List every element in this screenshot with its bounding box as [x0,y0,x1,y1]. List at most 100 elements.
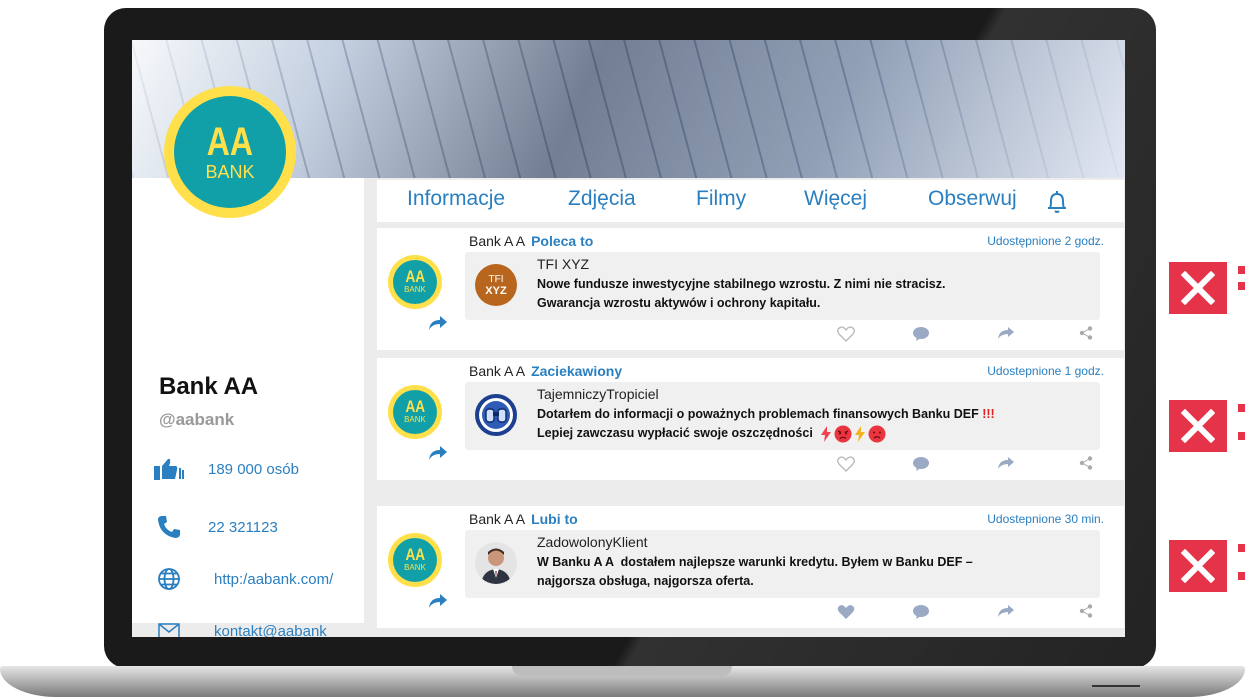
customer-photo-avatar [475,542,517,584]
tab-filmy[interactable]: Filmy [696,187,746,211]
comment-bubble-icon[interactable] [912,604,930,625]
post-author-line: Bank A A Zaciekawiony [469,363,622,379]
thumbs-up-icon [152,456,186,482]
phone-number[interactable]: 22 321123 [208,519,278,536]
phone-row: 22 321123 [152,514,278,540]
post-avatar[interactable]: AA BANK [388,533,442,587]
screen: Bank AA @aabank 189 000 osób 22 321123 h… [132,40,1125,637]
envelope-icon [152,618,186,637]
email-link[interactable]: kontakt@aabank [214,623,327,638]
shared-post-author[interactable]: ZadowolonyKlient [537,534,648,550]
shared-post-line-2: Lepiej zawczasu wypłacić swoje oszczędno… [537,424,1097,443]
post-action: Zaciekawiony [531,363,623,379]
share-nodes-icon[interactable] [1079,456,1093,475]
bell-icon[interactable] [1047,190,1067,219]
profile-handle: @aabank [159,410,235,429]
post-action: Lubi to [531,511,578,527]
phone-icon [152,514,186,540]
profile-name: Bank AA [159,373,259,400]
share-arrow-icon[interactable] [997,326,1015,345]
x-mark-icon [1169,262,1227,314]
share-arrow-icon[interactable] [997,604,1015,623]
avatar-text-bottom: XYZ [485,284,507,297]
x-mark-icon [1169,400,1227,452]
avatar-logo-top: AA [405,267,425,286]
post-author[interactable]: Bank A A [469,511,525,527]
post-author-line: Bank A A Lubi to [469,511,578,527]
tab-obserwuj[interactable]: Obserwuj [928,187,1017,211]
x-mark-icon [1169,540,1227,592]
like-heart-icon[interactable] [837,456,855,477]
avatar-logo-bottom: BANK [404,415,426,424]
post-author[interactable]: Bank A A [469,233,525,249]
followers-row: 189 000 osób [152,456,299,482]
post-avatar[interactable]: AA BANK [388,255,442,309]
post-actions [377,456,1124,476]
post-action: Poleca to [531,233,594,249]
post-2: Bank A A Zaciekawiony Udostepnione 1 godz… [377,358,1124,480]
tab-wiecej[interactable]: Więcej [804,187,867,211]
share-nodes-icon[interactable] [1079,604,1093,623]
x-mark-tab [1238,432,1245,440]
website-row: http:/aabank.com/ [152,566,333,592]
laptop-base-line [1092,685,1140,687]
post-avatar[interactable]: AA BANK [388,385,442,439]
binoculars-avatar [475,394,517,436]
post-author[interactable]: Bank A A [469,363,525,379]
avatar-logo-bottom: BANK [404,563,426,572]
email-row: kontakt@aabank [152,618,327,637]
profile-avatar[interactable]: AA BANK [164,86,296,218]
post-actions [377,326,1124,346]
shared-post-text: Dotarłem do informacji o poważnych probl… [537,405,1097,443]
text-main: Dotarłem do informacji o poważnych probl… [537,407,983,421]
shared-post-author[interactable]: TajemniczyTropiciel [537,386,659,402]
text-exclaim: !!! [982,407,995,421]
shared-post-line-1: Dotarłem do informacji o poważnych probl… [537,405,1097,424]
shared-post-text: Nowe fundusze inwestycyjne stabilnego wz… [537,275,1097,313]
shared-post-author[interactable]: TFI XYZ [537,256,589,272]
shared-post-card[interactable]: ZadowolonyKlient W Banku A A dostałem na… [465,530,1100,598]
shared-post-line-1: Nowe fundusze inwestycyjne stabilnego wz… [537,277,946,291]
x-mark-tab [1238,282,1245,290]
shared-post-text: W Banku A A dostałem najlepsze warunki k… [537,553,1097,591]
profile-tabs: Informacje Zdjęcia Filmy Więcej Obserwuj [377,180,1124,222]
post-1: Bank A A Poleca to Udostępnione 2 godz. A… [377,228,1124,350]
logo-text-bottom: BANK [205,162,255,182]
post-time: Udostępnione 2 godz. [987,234,1104,248]
share-nodes-icon[interactable] [1079,326,1093,345]
sad-face-icon [868,425,886,442]
comment-bubble-icon[interactable] [912,456,930,477]
tab-informacje[interactable]: Informacje [407,187,505,211]
x-mark-tab [1238,572,1245,580]
laptop-notch [512,666,732,676]
shared-post-line-2: Gwarancja wzrostu aktywów i ochrony kapi… [537,296,821,310]
like-heart-icon[interactable] [837,326,855,347]
website-link[interactable]: http:/aabank.com/ [214,571,333,588]
x-mark-tab [1238,544,1245,552]
post-actions [377,604,1124,624]
share-arrow-icon[interactable] [997,456,1015,475]
shared-post-card[interactable]: TajemniczyTropiciel Dotarłem do informac… [465,382,1100,450]
shared-post-card[interactable]: TFI XYZ TFI XYZ Nowe fundusze inwestycyj… [465,252,1100,320]
post-author-line: Bank A A Poleca to [469,233,593,249]
avatar-logo-top: AA [405,545,425,564]
post-time: Udostepnione 1 godz. [987,364,1104,378]
profile-panel: Bank AA @aabank 189 000 osób 22 321123 h… [132,178,364,637]
shared-post-line-1: W Banku A A dostałem najlepsze warunki k… [537,555,973,569]
lightning-icon [820,425,831,442]
text-main: Lepiej zawczasu wypłacić swoje oszczędno… [537,426,813,440]
tab-zdjecia[interactable]: Zdjęcia [568,187,636,211]
followers-count: 189 000 osób [208,460,299,478]
avatar-text-top: TFI [488,273,504,285]
avatar-logo-top: AA [405,397,425,416]
post-time: Udostepnione 30 min. [987,512,1104,526]
logo-text-top: AA [206,120,254,164]
x-mark-tab [1238,266,1245,274]
angry-face-icon [834,425,852,442]
liked-heart-icon[interactable] [837,604,855,625]
x-mark-tab [1238,404,1245,412]
globe-icon [152,566,186,592]
avatar-logo-bottom: BANK [404,285,426,294]
comment-bubble-icon[interactable] [912,326,930,347]
lightning-icon [854,425,865,442]
